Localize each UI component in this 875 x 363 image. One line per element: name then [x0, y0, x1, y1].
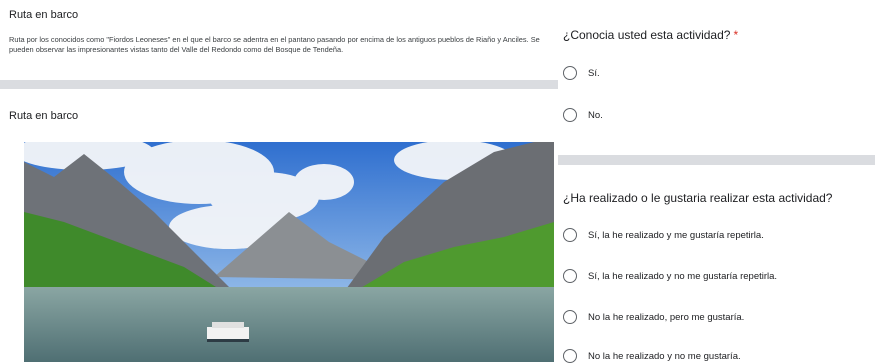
option-label: No. — [588, 109, 603, 121]
section-divider — [0, 80, 558, 89]
section-title: Ruta en barco — [9, 9, 79, 21]
question-1-title: ¿Conocia usted esta actividad? * — [563, 28, 738, 42]
option-label: No la he realizado, pero me gustaría. — [588, 311, 745, 323]
option-label: Sí, la he realizado y me gustaría repeti… — [588, 229, 764, 241]
question-2-option-4[interactable]: No la he realizado y no me gustaría. — [563, 349, 741, 363]
option-label: Sí. — [588, 67, 600, 79]
radio-unchecked-icon[interactable] — [563, 269, 577, 283]
option-label: No la he realizado y no me gustaría. — [588, 350, 741, 362]
question-divider — [558, 155, 875, 165]
option-label: Sí, la he realizado y no me gustaría rep… — [588, 270, 778, 282]
section-description: Ruta por los conocidos como "Fiordos Leo… — [9, 35, 540, 54]
boat-route-photo — [24, 142, 554, 362]
radio-unchecked-icon[interactable] — [563, 349, 577, 363]
radio-unchecked-icon[interactable] — [563, 228, 577, 242]
question-1-text: ¿Conocia usted esta actividad? — [563, 28, 731, 42]
question-1-option-si[interactable]: Sí. — [563, 66, 600, 80]
image-title: Ruta en barco — [9, 110, 79, 122]
radio-unchecked-icon[interactable] — [563, 66, 577, 80]
required-asterisk: * — [733, 28, 739, 42]
radio-unchecked-icon[interactable] — [563, 310, 577, 324]
question-2-option-1[interactable]: Sí, la he realizado y me gustaría repeti… — [563, 228, 764, 242]
question-2-option-2[interactable]: Sí, la he realizado y no me gustaría rep… — [563, 269, 777, 283]
radio-unchecked-icon[interactable] — [563, 108, 577, 122]
question-2-title: ¿Ha realizado o le gustaria realizar est… — [563, 191, 833, 205]
question-2-option-3[interactable]: No la he realizado, pero me gustaría. — [563, 310, 744, 324]
question-1-option-no[interactable]: No. — [563, 108, 603, 122]
